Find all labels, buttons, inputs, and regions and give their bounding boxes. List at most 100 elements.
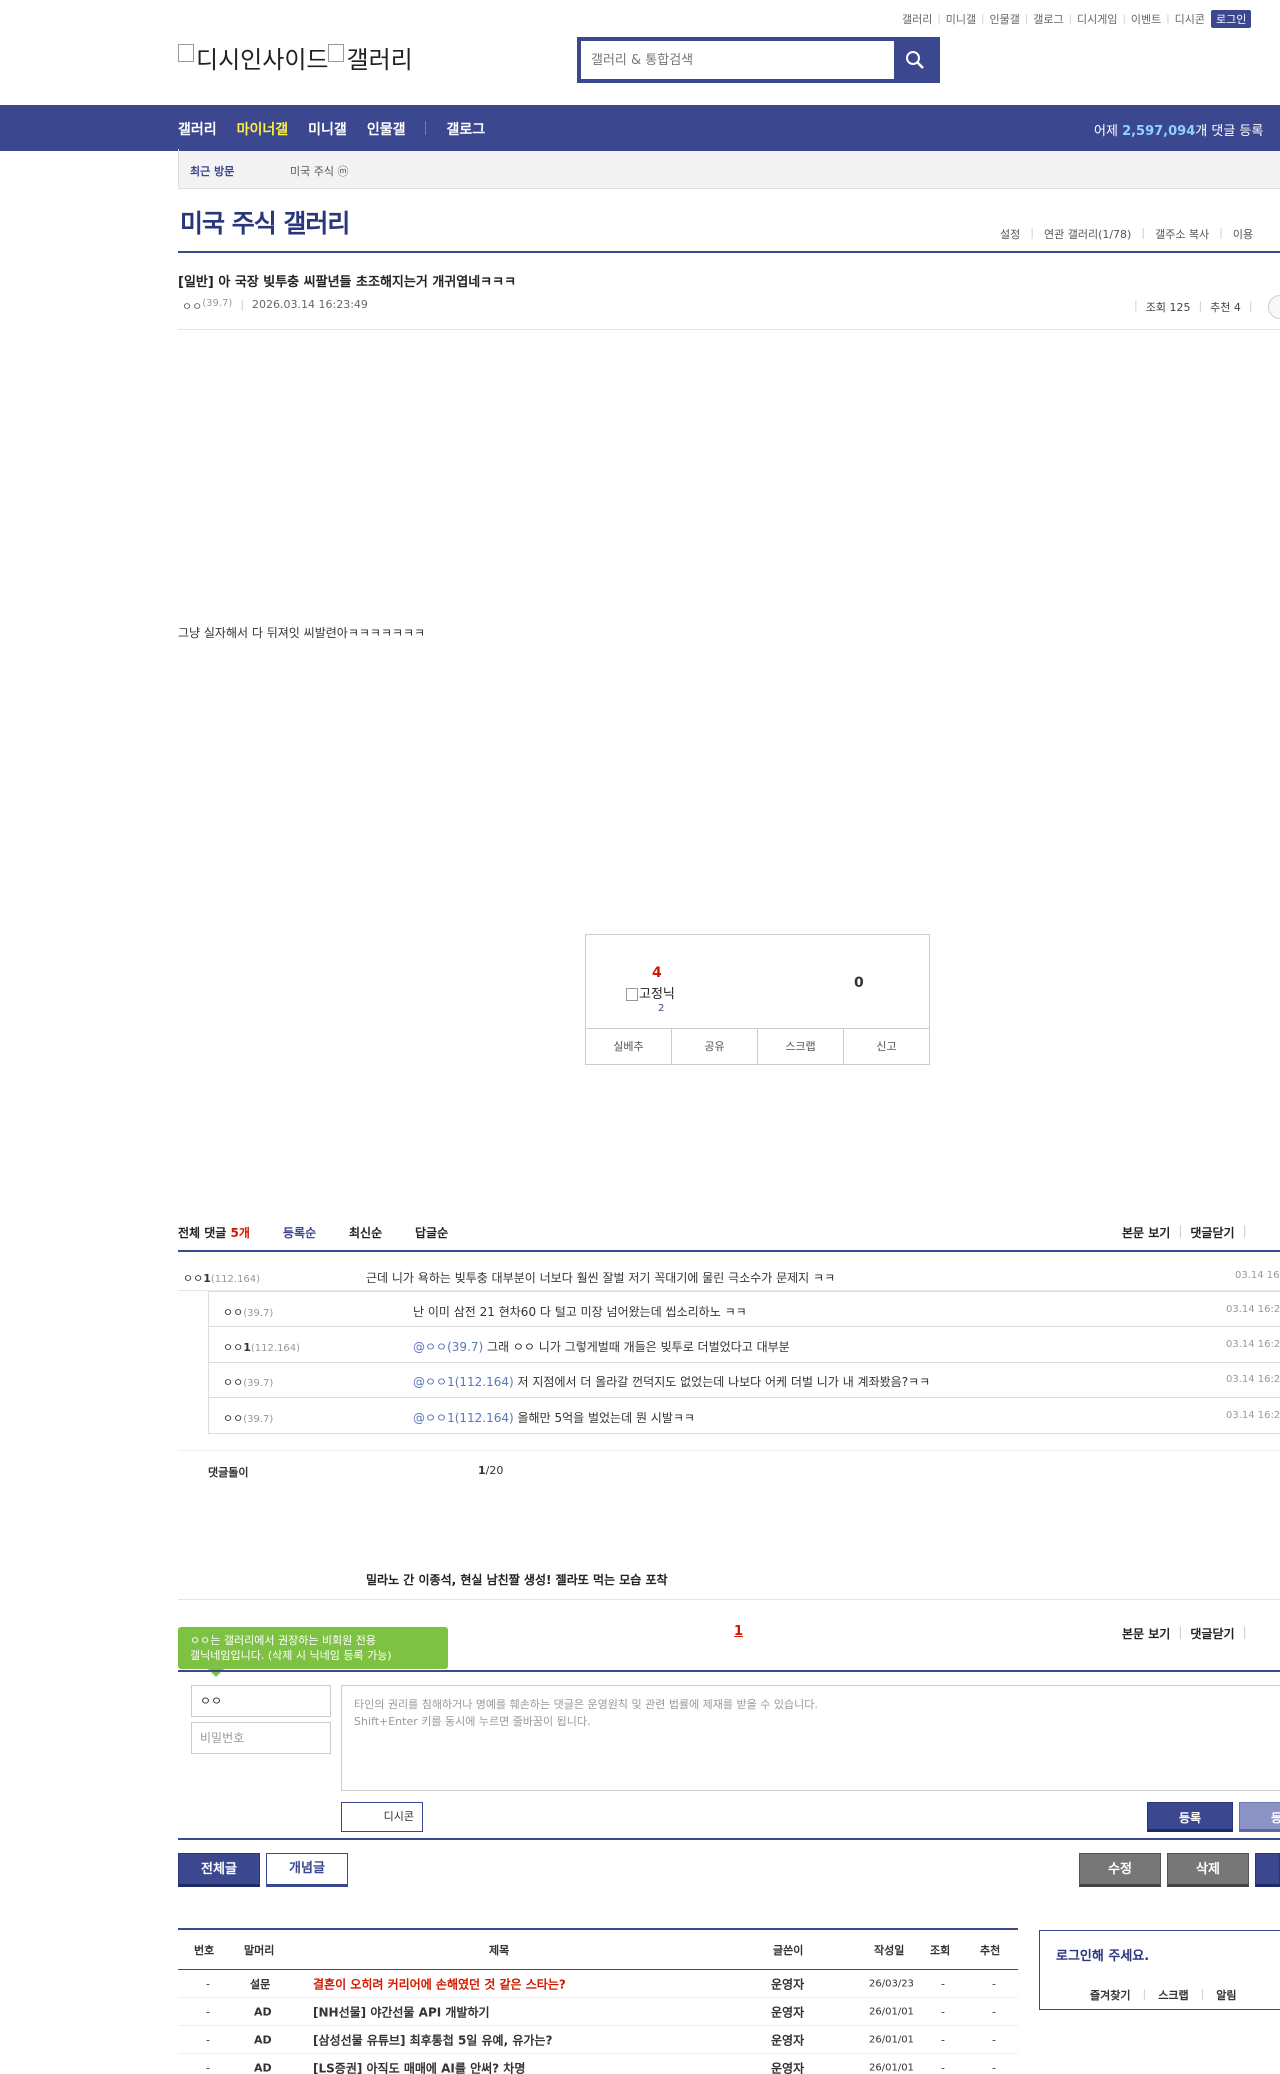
reply-list: ㅇㅇ(39.7) 난 이미 삼전 21 현차60 다 털고 미장 넘어왔는데 씹… xyxy=(208,1291,1280,1434)
topnav-gallog[interactable]: 갤로그 xyxy=(1033,11,1063,27)
favorites-link[interactable]: 즐겨찾기 xyxy=(1090,1987,1130,2003)
site-logo[interactable]: 디시인사이드 갤러리 xyxy=(178,40,413,75)
sort-newest[interactable]: 최신순 xyxy=(349,1224,382,1241)
logo-text-dcinside: 디시인사이드 xyxy=(196,46,329,74)
submit-recommend-button[interactable]: 등록 xyxy=(1239,1802,1280,1832)
related-gallery-link[interactable]: 연관 갤러리(1/78) xyxy=(1044,226,1131,242)
nickname-tooltip: ㅇㅇ는 갤러리에서 권장하는 비회원 전용 갤닉네임입니다. (삭제 시 닉네임… xyxy=(178,1627,448,1677)
topnav-gallery[interactable]: 갤러리 xyxy=(902,11,932,27)
close-comments-link[interactable]: 댓글닫기 xyxy=(1190,1224,1234,1241)
post-list-row[interactable]: - AD [NH선물] 야간선물 API 개발하기 운영자 26/01/01 -… xyxy=(178,1998,1018,2026)
recommend-down-count[interactable]: 0 xyxy=(854,975,864,991)
scrap-button[interactable]: 스크랩 xyxy=(758,1029,844,1064)
nav-mini-gallery[interactable]: 미니갤 xyxy=(308,119,347,139)
post-list-title[interactable]: [LS증권] 아직도 매매에 AI를 안써? 차명 xyxy=(313,2059,525,2074)
recent-visits-bar: 최근 방문 미국 주식 ⓜ xyxy=(177,149,1280,189)
post-list-row[interactable]: - AD [LS증권] 아직도 매매에 AI를 안써? 차명 운영자 26/01… xyxy=(178,2054,1018,2074)
post-list-title[interactable]: [NH선물] 야간선물 API 개발하기 xyxy=(313,2003,490,2020)
usage-link[interactable]: 이용 xyxy=(1233,226,1253,242)
gallery-title[interactable]: 미국 주식 갤러리 xyxy=(180,204,350,240)
close-comments-link-bottom[interactable]: 댓글닫기 xyxy=(1190,1625,1234,1642)
broken-image-icon xyxy=(178,44,194,62)
logo-text-gallery: 갤러리 xyxy=(346,46,413,74)
reply-text: 난 이미 삼전 21 현차60 다 털고 미장 넘어왔는데 씹소리하노 ㅋㅋ xyxy=(413,1305,747,1319)
post-list-title[interactable]: [삼성선물 유튜브] 최후통첩 5일 유예, 유가는? xyxy=(313,2031,552,2048)
topnav-persongall[interactable]: 인물갤 xyxy=(990,11,1020,27)
comment-nick[interactable]: ㅇㅇ1(112.164) xyxy=(183,1270,260,1286)
nav-gallery[interactable]: 갤러리 xyxy=(178,119,217,139)
concept-posts-button[interactable]: 개념글 xyxy=(266,1853,348,1887)
sort-registered[interactable]: 등록순 xyxy=(283,1224,316,1241)
scrap-link[interactable]: 스크랩 xyxy=(1158,1987,1188,2003)
post-list-title[interactable]: 결혼이 오히려 커리어에 손해였던 것 같은 스타는? xyxy=(313,1975,566,1992)
sort-replies[interactable]: 답글순 xyxy=(415,1224,448,1241)
gallery-tools: 설정 | 연관 갤러리(1/78) | 갤주소 복사 | 이용 xyxy=(1000,226,1254,242)
promo-link[interactable]: 밀라노 간 이종석, 현실 남친짤 생성! 젤라또 먹는 모습 포착 xyxy=(366,1571,668,1588)
promo-divider xyxy=(178,1599,1280,1600)
alarm-link[interactable]: 알림 xyxy=(1216,1987,1236,2003)
nickname-input[interactable]: ㅇㅇ xyxy=(191,1685,331,1717)
recent-visit-item[interactable]: 미국 주식 ⓜ xyxy=(290,163,348,179)
report-button[interactable]: 신고 xyxy=(844,1029,929,1064)
comment-page-1[interactable]: 1 xyxy=(734,1624,743,1639)
view-body-link[interactable]: 본문 보기 xyxy=(1122,1224,1170,1241)
post-header-divider xyxy=(178,329,1280,330)
comment-textarea[interactable]: 타인의 권리를 침해하거나 명예를 훼손하는 댓글은 운영원칙 및 관련 법률에… xyxy=(341,1685,1280,1791)
main-nav-bar: 갤러리 마이너갤 미니갤 인물갤 갤로그 어제 2,597,094개 댓글 등록 xyxy=(0,105,1280,151)
recommend-up-count: 4 xyxy=(652,965,662,981)
topnav-dcgame[interactable]: 디시게임 xyxy=(1077,11,1117,27)
broken-image-icon xyxy=(328,44,345,62)
reply-nick[interactable]: ㅇㅇ(39.7) xyxy=(223,1374,273,1390)
recent-visits-label[interactable]: 최근 방문 xyxy=(177,149,234,187)
yesterday-comment-stat: 어제 2,597,094개 댓글 등록 xyxy=(1094,124,1264,139)
topnav-minigall[interactable]: 미니갤 xyxy=(946,11,976,27)
topnav-event[interactable]: 이벤트 xyxy=(1131,11,1161,27)
reply-text: @ㅇㅇ1(112.164) 저 지점에서 더 올라갈 껀덕지도 없었는데 나보다… xyxy=(413,1375,931,1389)
topnav-dccon[interactable]: 디시콘 xyxy=(1175,11,1205,27)
reply-date: 03.14 16:2 xyxy=(1226,1410,1280,1421)
nav-gallog[interactable]: 갤로그 xyxy=(446,119,485,139)
reply-date: 03.14 16:2 xyxy=(1226,1374,1280,1385)
comment-bot-label: 댓글돌이 xyxy=(208,1466,249,1479)
write-button[interactable] xyxy=(1255,1853,1280,1887)
comment-header: 전체 댓글 5개 등록순 최신순 답글순 본문 보기 | 댓글닫기 | xyxy=(178,1224,1247,1241)
edit-button[interactable]: 수정 xyxy=(1079,1853,1161,1887)
settings-link[interactable]: 설정 xyxy=(1000,226,1020,242)
view-body-link-bottom[interactable]: 본문 보기 xyxy=(1122,1625,1170,1642)
nav-divider xyxy=(425,121,427,135)
delete-button[interactable]: 삭제 xyxy=(1167,1853,1249,1887)
login-button[interactable]: 로그인 xyxy=(1210,10,1252,28)
side-login-box: 로그인해 주세요. 즐겨찾기 | 스크랩 | 알림 xyxy=(1039,1930,1280,2010)
reply-item: ㅇㅇ(39.7) @ㅇㅇ1(112.164) 올해만 5억을 벌었는데 뭔 시발… xyxy=(209,1398,1280,1434)
post-writer-ip: (39.7) xyxy=(202,298,233,309)
dccon-button[interactable]: 디시콘 xyxy=(341,1802,423,1832)
reply-nick[interactable]: ㅇㅇ(39.7) xyxy=(223,1410,273,1426)
password-input[interactable]: 비밀번호 xyxy=(191,1722,331,1754)
reply-nick[interactable]: ㅇㅇ1(112.164) xyxy=(223,1339,300,1355)
more-options-button[interactable] xyxy=(1268,295,1280,319)
search-input[interactable] xyxy=(581,41,894,79)
search-button[interactable] xyxy=(894,41,936,79)
top-utility-nav: 갤러리 | 미니갤 | 인물갤 | 갤로그 | 디시게임 | 이벤트 | 디시콘 로그인 xyxy=(902,10,1252,28)
reply-nick[interactable]: ㅇㅇ(39.7) xyxy=(223,1304,273,1320)
reply-text: @ㅇㅇ(39.7) 그래 ㅇㅇ 니가 그렇게벌때 개들은 빚투로 더벌었다고 대… xyxy=(413,1340,790,1354)
post-list-row[interactable]: - 설문 결혼이 오히려 커리어에 손해였던 것 같은 스타는? 운영자 26/… xyxy=(178,1970,1018,1998)
search-box xyxy=(577,37,940,83)
post-writer[interactable]: ㅇㅇ xyxy=(182,298,202,314)
login-prompt[interactable]: 로그인해 주세요. xyxy=(1056,1945,1149,1964)
all-posts-button[interactable]: 전체글 xyxy=(178,1853,260,1887)
copy-gallery-url-link[interactable]: 갤주소 복사 xyxy=(1155,226,1209,242)
nav-person-gallery[interactable]: 인물갤 xyxy=(367,119,406,139)
gaenyeom-image[interactable]: 고정닉 xyxy=(626,983,675,1002)
submit-button[interactable]: 등록 xyxy=(1147,1802,1233,1832)
share-button[interactable]: 공유 xyxy=(672,1029,758,1064)
post-views: 조회 125 xyxy=(1145,301,1191,314)
silbe-recommend-button[interactable]: 실베추 xyxy=(586,1029,672,1064)
reply-date: 03.14 16:2 xyxy=(1226,1339,1280,1350)
post-list-row[interactable]: - AD [삼성선물 유튜브] 최후통첩 5일 유예, 유가는? 운영자 26/… xyxy=(178,2026,1018,2054)
nav-minor-gallery[interactable]: 마이너갤 xyxy=(237,119,289,139)
reply-item: ㅇㅇ(39.7) 난 이미 삼전 21 현차60 다 털고 미장 넘어왔는데 씹… xyxy=(209,1291,1280,1327)
list-buttons: 전체글 개념글 수정 삭제 xyxy=(178,1853,1280,1887)
comment-header-bottom: 본문 보기 | 댓글닫기 | xyxy=(1122,1625,1247,1642)
search-icon xyxy=(906,51,924,69)
